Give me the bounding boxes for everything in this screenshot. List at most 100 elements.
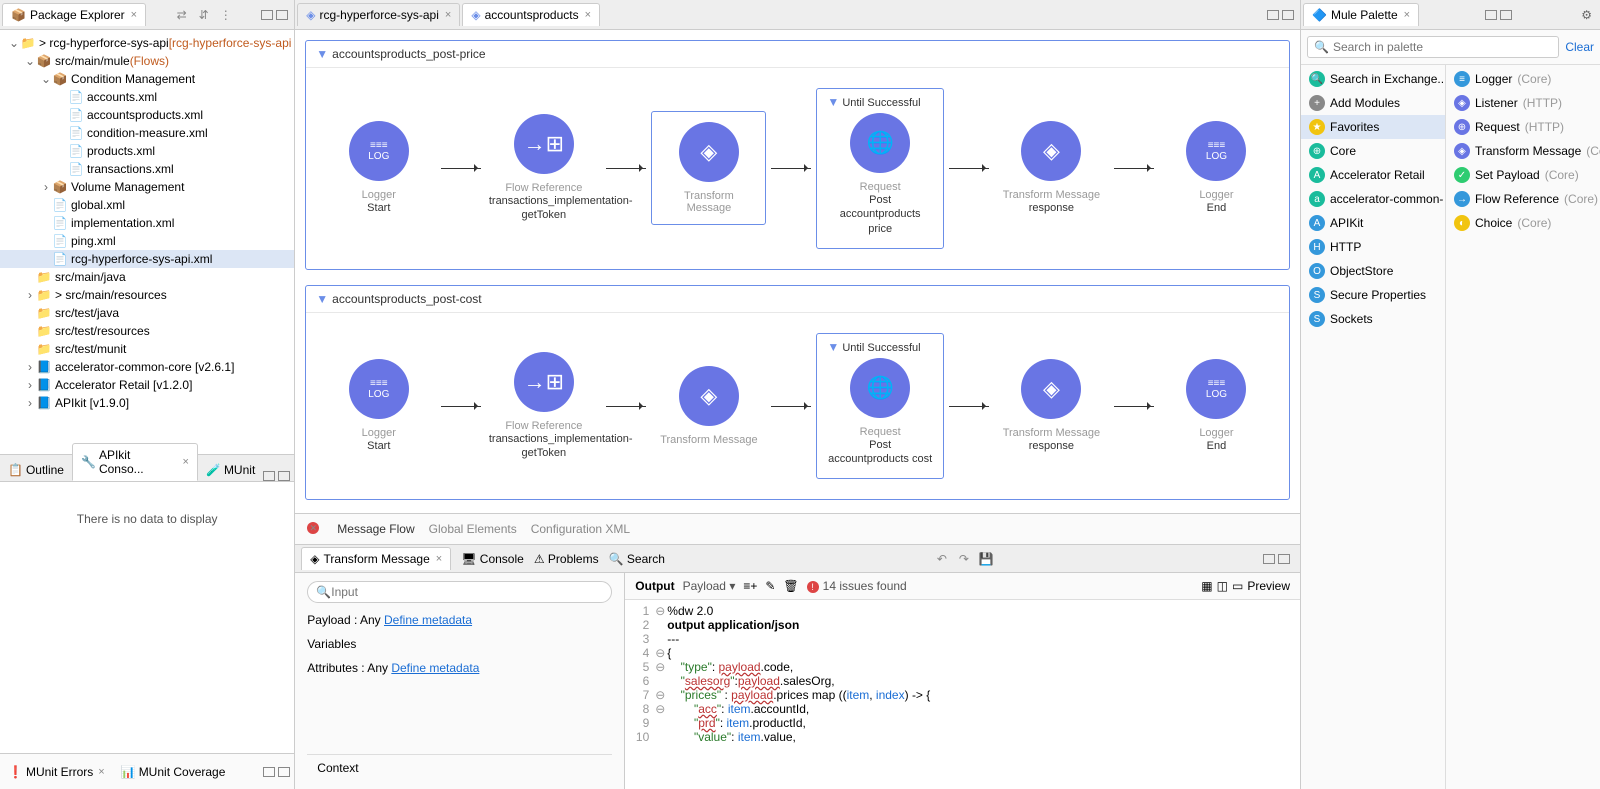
- mule-palette-tab[interactable]: 🔷 Mule Palette ×: [1303, 3, 1419, 26]
- max-icon[interactable]: [1282, 10, 1294, 20]
- tree-item[interactable]: 📁src/test/resources: [0, 322, 294, 340]
- palette-item[interactable]: ◐Choice (Core): [1446, 211, 1600, 235]
- console-tab[interactable]: 🖥 Console: [461, 552, 524, 566]
- min-icon[interactable]: [263, 471, 275, 481]
- redo-icon[interactable]: ↷: [956, 551, 972, 567]
- close-icon[interactable]: ×: [183, 456, 189, 468]
- flow-node-ref[interactable]: →⊞ Flow Reference transactions_implement…: [486, 114, 601, 223]
- search-tab[interactable]: 🔍 Search: [609, 552, 665, 566]
- palette-search-input[interactable]: [1333, 40, 1552, 54]
- flow-node-tm[interactable]: ◈ Transform Message: [651, 111, 766, 225]
- tree-item[interactable]: 📄accountsproducts.xml: [0, 106, 294, 124]
- close-icon[interactable]: ×: [436, 553, 442, 565]
- tree-item[interactable]: 📄products.xml: [0, 142, 294, 160]
- close-icon[interactable]: ×: [98, 766, 104, 778]
- tree-item[interactable]: ›📦Volume Management: [0, 178, 294, 196]
- palette-item[interactable]: →Flow Reference (Core): [1446, 187, 1600, 211]
- palette-search[interactable]: 🔍: [1307, 36, 1559, 58]
- tree-item[interactable]: 📁src/test/java: [0, 304, 294, 322]
- package-explorer-tab[interactable]: 📦 Package Explorer ×: [2, 3, 146, 26]
- outline-tab[interactable]: 📋 Outline: [0, 459, 72, 481]
- layout-icon[interactable]: ▭: [1232, 579, 1243, 593]
- tree-item[interactable]: ›📁> src/main/resources: [0, 286, 294, 304]
- flow-node-log[interactable]: ≡≡≡LOG Logger End: [1159, 359, 1274, 453]
- tree-item[interactable]: 📁src/test/munit: [0, 340, 294, 358]
- palette-item[interactable]: ◈Listener (HTTP): [1446, 91, 1600, 115]
- flow-node-tm[interactable]: ◈ Transform Message response: [994, 359, 1109, 453]
- palette-item[interactable]: ⊕Core: [1301, 139, 1445, 163]
- max-icon[interactable]: [1278, 554, 1290, 564]
- delete-icon[interactable]: 🗑: [783, 579, 798, 593]
- max-icon[interactable]: [1500, 10, 1512, 20]
- close-icon[interactable]: ×: [1404, 9, 1410, 21]
- tree-item[interactable]: 📄implementation.xml: [0, 214, 294, 232]
- layout-icon[interactable]: ◫: [1217, 579, 1228, 593]
- palette-item[interactable]: SSecure Properties: [1301, 283, 1445, 307]
- clear-button[interactable]: Clear: [1565, 40, 1594, 54]
- min-icon[interactable]: [1267, 10, 1279, 20]
- flow-node-log[interactable]: ≡≡≡LOG Logger Start: [321, 121, 436, 215]
- tree-item[interactable]: ⌄📦src/main/mule (Flows): [0, 52, 294, 70]
- tree-item[interactable]: 📄condition-measure.xml: [0, 124, 294, 142]
- until-successful-scope[interactable]: ▼Until Successful 🌐 Request Post account…: [816, 333, 943, 480]
- tree-item[interactable]: ›📘Accelerator Retail [v1.2.0]: [0, 376, 294, 394]
- palette-items[interactable]: ≡Logger (Core)◈Listener (HTTP)⊕Request (…: [1446, 65, 1600, 789]
- flow-node-log[interactable]: ≡≡≡LOG Logger Start: [321, 359, 436, 453]
- palette-item[interactable]: aaccelerator-common-: [1301, 187, 1445, 211]
- save-icon[interactable]: 💾: [978, 551, 994, 567]
- palette-item[interactable]: SSockets: [1301, 307, 1445, 331]
- editor-tab[interactable]: ◈ accountsproducts ×: [462, 3, 600, 26]
- message-flow-tab[interactable]: Message Flow: [337, 522, 414, 536]
- palette-categories[interactable]: 🔍Search in Exchange..+Add Modules★Favori…: [1301, 65, 1446, 789]
- flow-node-ref[interactable]: →⊞ Flow Reference transactions_implement…: [486, 352, 601, 461]
- tree-item[interactable]: ⌄📦Condition Management: [0, 70, 294, 88]
- link-icon[interactable]: ⇵: [196, 7, 212, 23]
- tree-item[interactable]: 📄rcg-hyperforce-sys-api.xml: [0, 250, 294, 268]
- palette-item[interactable]: ⊕Request (HTTP): [1446, 115, 1600, 139]
- palette-item[interactable]: ≡Logger (Core): [1446, 67, 1600, 91]
- tree-item[interactable]: 📄global.xml: [0, 196, 294, 214]
- flow-node-log[interactable]: ≡≡≡LOG Logger End: [1159, 121, 1274, 215]
- munit-coverage-tab[interactable]: 📊 MUnit Coverage: [113, 761, 234, 783]
- max-icon[interactable]: [278, 471, 290, 481]
- apikit-console-tab[interactable]: 🔧 APIkit Conso... ×: [72, 443, 198, 481]
- palette-item[interactable]: ★Favorites: [1301, 115, 1445, 139]
- add-icon[interactable]: ≡+: [743, 579, 757, 593]
- tree-item[interactable]: 📁src/main/java: [0, 268, 294, 286]
- menu-icon[interactable]: ⋮: [218, 7, 234, 23]
- palette-item[interactable]: HHTTP: [1301, 235, 1445, 259]
- close-icon[interactable]: ×: [445, 9, 451, 21]
- project-tree[interactable]: ⌄📁> rcg-hyperforce-sys-api [rcg-hyperfor…: [0, 30, 294, 454]
- layout-icon[interactable]: ▦: [1201, 579, 1212, 593]
- code-editor[interactable]: 1⊖%dw 2.02output application/json3---4⊖{…: [625, 600, 1300, 789]
- until-successful-scope[interactable]: ▼Until Successful 🌐 Request Post account…: [816, 88, 943, 249]
- palette-item[interactable]: ✓Set Payload (Core): [1446, 163, 1600, 187]
- define-metadata-link[interactable]: Define metadata: [384, 613, 472, 627]
- define-metadata-link[interactable]: Define metadata: [391, 661, 479, 675]
- config-xml-tab[interactable]: Configuration XML: [531, 522, 630, 536]
- tree-item[interactable]: ›📘APIkit [v1.9.0]: [0, 394, 294, 412]
- tree-item[interactable]: 📄transactions.xml: [0, 160, 294, 178]
- issues-badge[interactable]: !14 issues found: [807, 579, 907, 593]
- tree-item[interactable]: 📄ping.xml: [0, 232, 294, 250]
- max-icon[interactable]: [276, 10, 288, 20]
- palette-item[interactable]: AAccelerator Retail: [1301, 163, 1445, 187]
- tree-item[interactable]: ⌄📁> rcg-hyperforce-sys-api [rcg-hyperfor…: [0, 34, 294, 52]
- munit-errors-tab[interactable]: ❗ MUnit Errors ×: [0, 761, 113, 783]
- flow-node-tm[interactable]: ◈ Transform Message: [651, 366, 766, 446]
- flow-node-tm[interactable]: ◈ Transform Message response: [994, 121, 1109, 215]
- munit-tab[interactable]: 🧪 MUnit: [198, 459, 263, 481]
- flow-canvas[interactable]: ▼accountsproducts_post-price≡≡≡LOG Logge…: [295, 30, 1300, 513]
- gear-icon[interactable]: ⚙: [1581, 8, 1592, 22]
- input-search[interactable]: 🔍: [307, 581, 612, 603]
- palette-item[interactable]: 🔍Search in Exchange..: [1301, 67, 1445, 91]
- edit-icon[interactable]: ✎: [765, 579, 775, 593]
- input-search-field[interactable]: [331, 585, 603, 599]
- max-icon[interactable]: [278, 767, 290, 777]
- palette-item[interactable]: ◈Transform Message (Co: [1446, 139, 1600, 163]
- problems-tab[interactable]: ⚠ Problems: [534, 552, 599, 566]
- editor-tab[interactable]: ◈ rcg-hyperforce-sys-api ×: [297, 3, 460, 26]
- payload-dropdown[interactable]: Payload ▾: [683, 579, 736, 593]
- preview-link[interactable]: Preview: [1247, 579, 1290, 593]
- palette-item[interactable]: AAPIKit: [1301, 211, 1445, 235]
